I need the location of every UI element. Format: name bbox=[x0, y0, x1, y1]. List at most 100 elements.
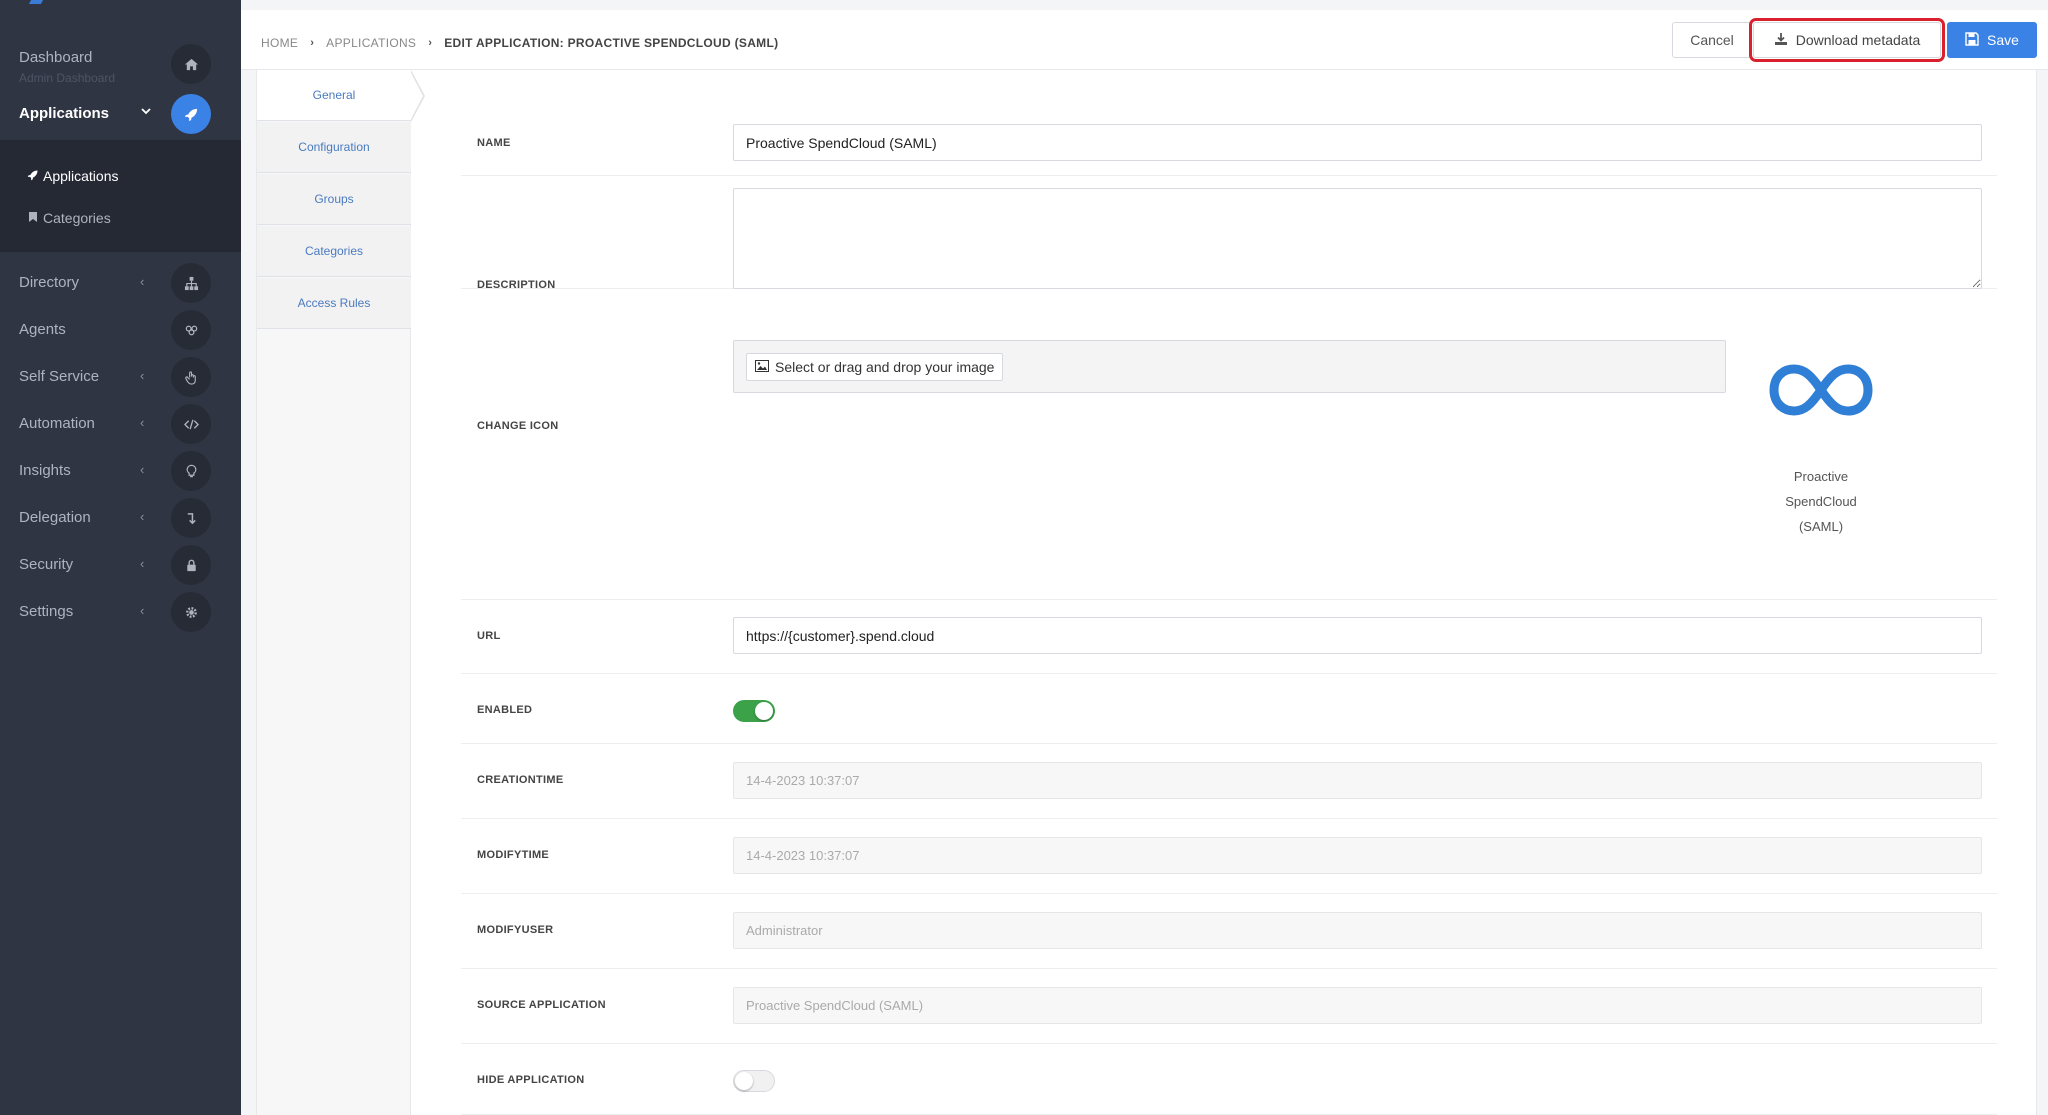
tab-access-rules[interactable]: Access Rules bbox=[257, 278, 411, 329]
sidebar-item-delegation[interactable]: Delegation ‹ bbox=[0, 495, 241, 541]
modifytime-label: MODIFYTIME bbox=[477, 849, 550, 861]
creationtime-value: 14-4-2023 10:37:07 bbox=[733, 762, 1982, 799]
chevron-left-icon: ‹ bbox=[140, 509, 145, 524]
tab-label: Categories bbox=[304, 244, 364, 258]
select-image-button[interactable]: Select or drag and drop your image bbox=[746, 353, 1004, 381]
form-row-description: DESCRIPTION bbox=[461, 176, 1997, 291]
home-icon[interactable] bbox=[171, 44, 211, 84]
sitemap-icon[interactable] bbox=[171, 263, 211, 303]
chevron-right-icon: › bbox=[428, 37, 433, 49]
creationtime-label: CREATIONTIME bbox=[477, 774, 564, 786]
form-row-name: NAME bbox=[461, 110, 1997, 176]
code-icon[interactable] bbox=[171, 404, 211, 444]
applications-submenu: Applications Categories bbox=[0, 140, 241, 252]
sidebar-item-label: Dashboard bbox=[19, 49, 93, 66]
tab-label: General bbox=[312, 88, 356, 102]
tab-label: Access Rules bbox=[297, 296, 371, 310]
breadcrumb-applications[interactable]: APPLICATIONS bbox=[326, 36, 416, 50]
sidebar-item-label: Settings bbox=[19, 603, 74, 620]
hide-application-label: HIDE APPLICATION bbox=[477, 1074, 585, 1086]
tab-label: Configuration bbox=[298, 140, 370, 154]
lightbulb-icon[interactable] bbox=[171, 451, 211, 491]
sidebar-item-automation[interactable]: Automation ‹ bbox=[0, 401, 241, 447]
tab-general[interactable]: General bbox=[257, 70, 425, 122]
enabled-toggle[interactable] bbox=[733, 700, 775, 722]
chevron-left-icon: ‹ bbox=[140, 462, 145, 477]
chevron-left-icon: ‹ bbox=[140, 368, 145, 383]
sidebar-item-agents[interactable]: Agents bbox=[0, 307, 241, 353]
hand-icon[interactable] bbox=[171, 357, 211, 397]
infinity-logo-icon bbox=[1769, 364, 1873, 416]
gear-icon[interactable] bbox=[171, 592, 211, 632]
submenu-item-applications[interactable]: Applications bbox=[27, 168, 119, 184]
caption-line: SpendCloud bbox=[1785, 494, 1857, 509]
form-row-modifytime: MODIFYTIME 14-4-2023 10:37:07 bbox=[461, 819, 1997, 894]
icon-dropzone[interactable]: Select or drag and drop your image bbox=[733, 340, 1726, 393]
hide-application-toggle[interactable] bbox=[733, 1070, 775, 1092]
caption-line: Proactive bbox=[1793, 469, 1849, 484]
sidebar-item-label: Self Service bbox=[19, 368, 100, 385]
form-row-enabled: ENABLED bbox=[461, 674, 1997, 744]
sidebar-item-insights[interactable]: Insights ‹ bbox=[0, 448, 241, 494]
form-row-change-icon: CHANGE ICON Select or drag and drop your… bbox=[461, 320, 1997, 600]
active-tab-arrow bbox=[410, 70, 425, 122]
edit-application-panel: General Configuration Groups Categories … bbox=[256, 70, 2037, 1115]
level-down-icon[interactable] bbox=[171, 498, 211, 538]
modifyuser-label: MODIFYUSER bbox=[477, 924, 554, 936]
tab-label: Groups bbox=[314, 192, 354, 206]
download-metadata-label: Download metadata bbox=[1795, 32, 1921, 48]
save-button[interactable]: Save bbox=[1947, 22, 2037, 58]
change-icon-label: CHANGE ICON bbox=[477, 420, 559, 432]
chevron-right-icon: › bbox=[310, 37, 315, 49]
select-image-label: Select or drag and drop your image bbox=[775, 359, 995, 375]
description-label: DESCRIPTION bbox=[477, 279, 556, 291]
tab-configuration[interactable]: Configuration bbox=[257, 122, 411, 173]
sidebar-item-label: Delegation bbox=[19, 509, 91, 526]
lock-icon[interactable] bbox=[171, 545, 211, 585]
top-bar: HOME › APPLICATIONS › EDIT APPLICATION: … bbox=[241, 10, 2048, 70]
name-input[interactable] bbox=[733, 124, 1982, 161]
url-label: URL bbox=[477, 630, 501, 642]
submenu-item-label: Categories bbox=[43, 210, 111, 226]
breadcrumb-current: EDIT APPLICATION: PROACTIVE SPENDCLOUD (… bbox=[444, 36, 779, 50]
name-label: NAME bbox=[477, 137, 511, 149]
source-application-label: SOURCE APPLICATION bbox=[477, 999, 606, 1011]
breadcrumb: HOME › APPLICATIONS › EDIT APPLICATION: … bbox=[261, 36, 778, 50]
form-row-hide-application: HIDE APPLICATION bbox=[461, 1044, 1997, 1115]
download-icon bbox=[1774, 32, 1788, 49]
sidebar-item-label: Automation bbox=[19, 415, 95, 432]
download-metadata-button[interactable]: Download metadata bbox=[1749, 18, 1945, 62]
submenu-item-categories[interactable]: Categories bbox=[27, 210, 111, 226]
tab-groups[interactable]: Groups bbox=[257, 174, 411, 225]
save-button-label: Save bbox=[1987, 32, 2019, 48]
modifyuser-value: Administrator bbox=[733, 912, 1982, 949]
cancel-button[interactable]: Cancel bbox=[1672, 22, 1752, 58]
source-application-value: Proactive SpendCloud (SAML) bbox=[733, 987, 1982, 1024]
sidebar-item-applications[interactable]: Applications bbox=[0, 91, 241, 137]
sidebar-item-self-service[interactable]: Self Service ‹ bbox=[0, 354, 241, 400]
sidebar-item-directory[interactable]: Directory ‹ bbox=[0, 260, 241, 306]
image-icon bbox=[755, 359, 769, 375]
sidebar-item-label: Agents bbox=[19, 321, 66, 338]
chevron-down-icon bbox=[140, 105, 152, 120]
chevron-left-icon: ‹ bbox=[140, 603, 145, 618]
description-textarea[interactable] bbox=[733, 188, 1982, 289]
sidebar: Dashboard Admin Dashboard Applications A… bbox=[0, 0, 241, 1115]
sidebar-item-security[interactable]: Security ‹ bbox=[0, 542, 241, 588]
save-icon bbox=[1965, 31, 1979, 49]
form-row-creationtime: CREATIONTIME 14-4-2023 10:37:07 bbox=[461, 744, 1997, 819]
rocket-icon[interactable] bbox=[171, 94, 211, 134]
tab-categories[interactable]: Categories bbox=[257, 226, 411, 277]
breadcrumb-home[interactable]: HOME bbox=[261, 36, 298, 50]
bookmark-icon bbox=[27, 210, 39, 226]
toggle-knob bbox=[755, 702, 773, 720]
form-row-url: URL bbox=[461, 600, 1997, 674]
url-input[interactable] bbox=[733, 617, 1982, 654]
cancel-button-label: Cancel bbox=[1690, 32, 1734, 48]
chevron-left-icon: ‹ bbox=[140, 274, 145, 289]
users-icon[interactable] bbox=[171, 310, 211, 350]
chevron-left-icon: ‹ bbox=[140, 556, 145, 571]
sidebar-item-settings[interactable]: Settings ‹ bbox=[0, 589, 241, 635]
tab-list: General Configuration Groups Categories … bbox=[257, 70, 425, 1115]
app-icon-caption: Proactive SpendCloud (SAML) bbox=[1761, 464, 1881, 539]
